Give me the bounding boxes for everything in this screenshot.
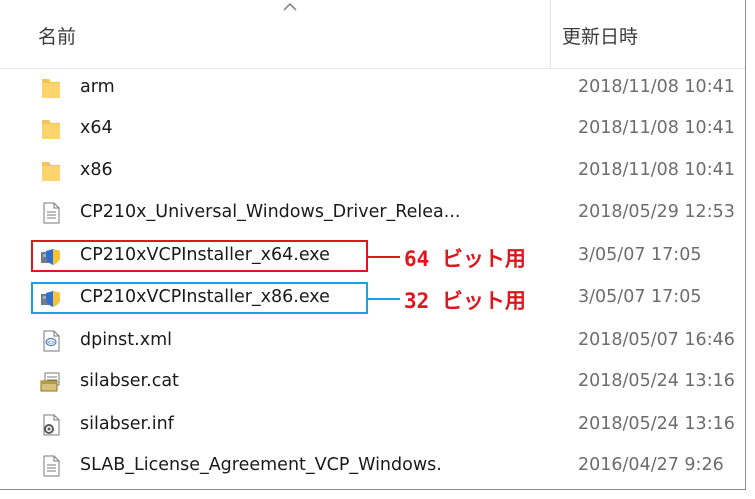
folder-icon — [42, 162, 60, 181]
highlight-box-x86 — [31, 282, 368, 314]
text-file-icon — [43, 455, 60, 477]
xml-file-icon: <> — [43, 330, 60, 352]
file-row-x86[interactable]: x86 2018/11/08 10:41 — [0, 151, 745, 191]
file-row-silabser-inf[interactable]: silabser.inf 2018/05/24 13:16 — [0, 405, 745, 445]
file-name: x64 — [80, 118, 113, 138]
file-name: SLAB_License_Agreement_VCP_Windows. — [80, 455, 442, 475]
highlight-box-x64 — [31, 240, 368, 272]
column-header-name[interactable]: 名前 — [38, 22, 76, 49]
file-date: 2018/11/08 10:41 — [578, 118, 735, 138]
callout-label-64bit: 64 ビット用 — [402, 243, 528, 273]
folder-icon — [42, 79, 60, 98]
column-header-bar: 名前 更新日時 — [0, 0, 745, 69]
file-date: 2018/11/08 10:41 — [578, 160, 735, 180]
security-catalog-icon — [40, 372, 60, 392]
file-row-silabser-cat[interactable]: silabser.cat 2018/05/24 13:16 — [0, 362, 745, 402]
file-row-x64[interactable]: x64 2018/11/08 10:41 — [0, 109, 745, 149]
callout-line-x86 — [368, 298, 400, 300]
file-row-release-notes[interactable]: CP210x_Universal_Windows_Driver_Relea...… — [0, 193, 745, 233]
file-date: 3/05/07 17:05 — [578, 245, 702, 265]
column-divider[interactable] — [550, 0, 551, 68]
file-name: dpinst.xml — [80, 330, 172, 350]
file-date: 2018/05/07 16:46 — [578, 330, 735, 350]
file-date: 2018/05/24 13:16 — [578, 371, 735, 391]
file-name: CP210x_Universal_Windows_Driver_Relea... — [80, 202, 461, 222]
file-row-license-agreement[interactable]: SLAB_License_Agreement_VCP_Windows. 2016… — [0, 446, 745, 486]
file-name: arm — [80, 77, 115, 97]
text-file-icon — [43, 202, 60, 224]
file-date: 2018/05/29 12:53 — [578, 202, 735, 222]
file-name: silabser.inf — [80, 414, 174, 434]
file-row-dpinst-xml[interactable]: <> dpinst.xml 2018/05/07 16:46 — [0, 321, 745, 361]
svg-text:<>: <> — [47, 340, 55, 346]
column-header-date-modified[interactable]: 更新日時 — [562, 22, 638, 49]
file-date: 3/05/07 17:05 — [578, 287, 702, 307]
setup-info-icon — [43, 414, 60, 436]
sort-ascending-icon — [283, 2, 297, 11]
callout-line-x64 — [368, 256, 400, 258]
file-name: silabser.cat — [80, 371, 179, 391]
file-date: 2018/11/08 10:41 — [578, 77, 735, 97]
file-date: 2016/04/27 9:26 — [578, 455, 724, 475]
file-row-arm[interactable]: arm 2018/11/08 10:41 — [0, 68, 745, 108]
callout-label-32bit: 32 ビット用 — [402, 285, 528, 315]
file-name: x86 — [80, 160, 113, 180]
folder-icon — [42, 120, 60, 139]
file-explorer-list: 名前 更新日時 arm 2018/11/08 10:41 x64 2018/11… — [0, 0, 746, 490]
file-date: 2018/05/24 13:16 — [578, 414, 735, 434]
